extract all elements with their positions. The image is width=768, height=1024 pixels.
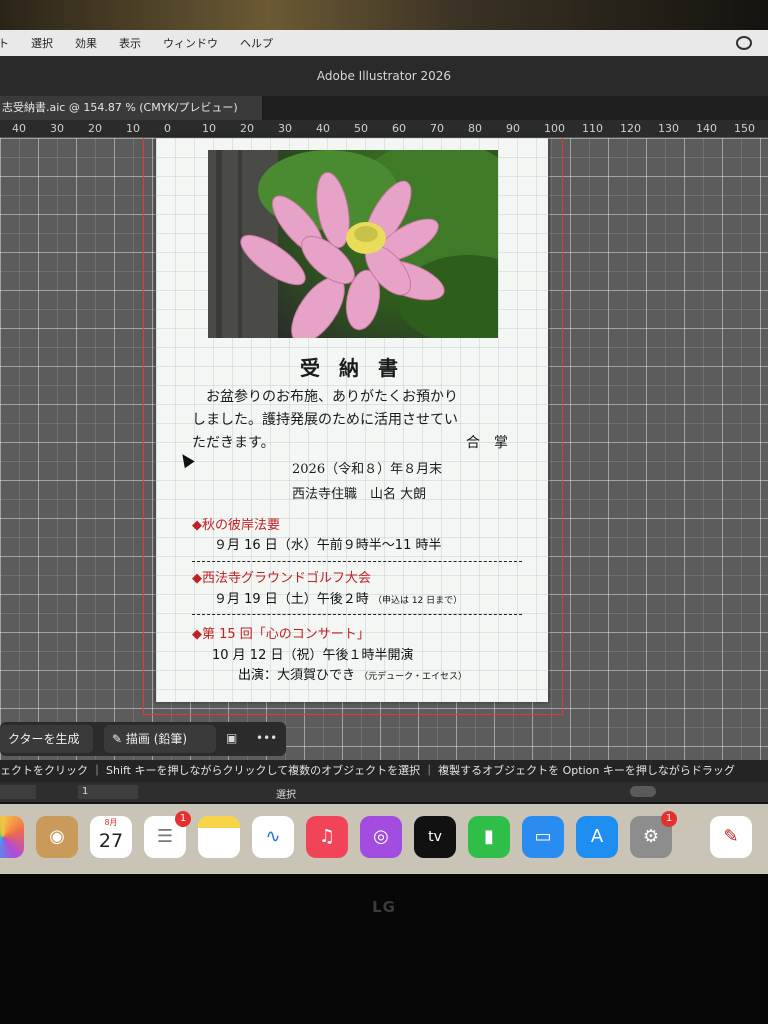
menu-item-view[interactable]: 表示	[119, 35, 141, 51]
pencil-icon: ✎	[112, 732, 126, 746]
settings-icon[interactable]: ⚙ 1	[630, 811, 677, 858]
event-performer: 出演：大須賀ひでき	[238, 668, 356, 683]
document-tab[interactable]: 志受納書.aic @ 154.87 % (CMYK/プレビュー)	[0, 96, 262, 120]
generate-vector-button[interactable]: クターを生成	[0, 725, 93, 753]
dotted-divider	[192, 561, 522, 562]
tab-bar: 志受納書.aic @ 154.87 % (CMYK/プレビュー)	[0, 96, 768, 120]
document-title: 受 納 書	[300, 356, 404, 380]
ruler-tick: 40	[316, 122, 330, 135]
music-icon[interactable]: ♫	[306, 816, 348, 858]
podcasts-icon[interactable]: ◎	[360, 816, 402, 858]
gassho-text: 合 掌	[466, 435, 508, 451]
event-note-concert: （元デューク・エイセス）	[359, 672, 467, 682]
contacts-icon[interactable]: ◉	[36, 816, 78, 858]
more-options-icon[interactable]: •••	[256, 731, 277, 745]
document-body: お盆参りのお布施、ありがたくお預かり しました。護持発展のために活用させてい た…	[192, 386, 512, 455]
event-note-golf: （申込は 12 日まで）	[372, 596, 463, 606]
draw-pencil-label: 描画 (鉛筆)	[125, 732, 188, 746]
ruler-tick: 60	[392, 122, 406, 135]
document-date: 2026（令和８）年８月末	[292, 462, 443, 477]
screen: ト 選択 効果 表示 ウィンドウ ヘルプ Adobe Illustrator 2…	[0, 0, 768, 1024]
hint-bar: ェクトをクリック ｜ Shift キーを押しながらクリックして複数のオブジェクト…	[0, 760, 768, 782]
freeform-icon[interactable]: ∿	[252, 816, 294, 858]
ruler-tick: 140	[696, 122, 717, 135]
lotus-photo[interactable]	[208, 150, 498, 338]
window-title: Adobe Illustrator 2026	[0, 56, 768, 96]
body-line-2: しました。護持発展のために活用させてい	[192, 412, 458, 428]
ruler-tick: 0	[164, 122, 171, 135]
monitor-brand-logo: LG	[372, 898, 396, 916]
monitor-bezel-top	[0, 0, 768, 30]
tv-label: tv	[428, 829, 442, 845]
settings-badge: 1	[661, 811, 677, 827]
menu-item-type[interactable]: ト	[0, 35, 9, 51]
event-line-concert: 10 月 12 日（祝）午後１時半開演	[212, 648, 414, 663]
horizontal-scrollbar[interactable]	[630, 786, 656, 797]
textedit-icon[interactable]: ✎	[710, 816, 752, 858]
calendar-icon[interactable]: 8月 27	[90, 816, 132, 858]
tv-icon[interactable]: tv	[414, 816, 456, 858]
zoom-dropdown[interactable]	[0, 785, 36, 799]
ruler-tick: 120	[620, 122, 641, 135]
ruler-tick: 10	[202, 122, 216, 135]
app-store-icon[interactable]: A	[576, 816, 618, 858]
ruler-tick: 40	[12, 122, 26, 135]
menu-item-help[interactable]: ヘルプ	[240, 35, 273, 51]
event-line-higan: ９月 16 日（水）午前９時半〜11 時半	[214, 538, 442, 553]
body-line-3: ただきます。	[192, 435, 275, 451]
ruler-tick: 110	[582, 122, 603, 135]
event-line-concert-wrap: 出演：大須賀ひでき （元デューク・エイセス）	[238, 664, 467, 683]
horizontal-ruler[interactable]: 40 30 20 10 0 10 20 30 40 50 60 70 80 90…	[0, 120, 768, 138]
monitor-bezel: LG	[0, 874, 768, 1024]
menubar: ト 選択 効果 表示 ウィンドウ ヘルプ	[0, 30, 768, 56]
reminders-badge: 1	[175, 811, 191, 827]
draw-pencil-button[interactable]: ✎ 描画 (鉛筆)	[104, 725, 216, 753]
dock: ◉ 8月 27 ☰ 1 ∿ ♫ ◎ tv ▮ ▭ A ⚙ 1 ✎	[0, 804, 768, 874]
ruler-tick: 30	[278, 122, 292, 135]
ruler-tick: 10	[126, 122, 140, 135]
event-title-concert: ◆第 15 回「心のコンサート」	[192, 627, 370, 642]
menu-item-window[interactable]: ウィンドウ	[163, 35, 218, 51]
keynote-icon[interactable]: ▭	[522, 816, 564, 858]
priest-signature: 西法寺住職 山名 大朗	[292, 487, 427, 502]
status-mode: 選択	[276, 790, 296, 801]
body-line-1: お盆参りのお布施、ありがたくお預かり	[206, 389, 458, 405]
creative-cloud-icon[interactable]	[736, 36, 752, 50]
event-line-golf: ９月 19 日（土）午後２時	[214, 592, 369, 607]
menu-item-effect[interactable]: 効果	[75, 35, 97, 51]
body-line-3-wrap: ただきます。 合 掌	[192, 432, 512, 455]
photos-icon[interactable]	[0, 816, 24, 858]
ruler-tick: 90	[506, 122, 520, 135]
image-trace-icon[interactable]: ▣	[226, 731, 237, 745]
reminders-icon[interactable]: ☰ 1	[144, 811, 191, 858]
dotted-divider	[192, 614, 522, 615]
ruler-tick: 20	[240, 122, 254, 135]
event-title-golf: ◆西法寺グラウンドゴルフ大会	[192, 571, 371, 586]
event-line-golf-wrap: ９月 19 日（土）午後２時 （申込は 12 日まで）	[214, 588, 462, 607]
contextual-task-bar: クターを生成 ✎ 描画 (鉛筆) ▣ •••	[0, 722, 286, 756]
artboard-document[interactable]: 受 納 書 お盆参りのお布施、ありがたくお預かり しました。護持発展のために活用…	[156, 138, 548, 702]
notes-icon[interactable]	[198, 816, 240, 858]
calendar-day: 27	[98, 830, 124, 852]
artboard-navigator[interactable]: 1	[78, 785, 138, 799]
ruler-tick: 150	[734, 122, 755, 135]
ruler-tick: 80	[468, 122, 482, 135]
ruler-tick: 20	[88, 122, 102, 135]
calendar-month: 8月	[104, 818, 118, 827]
ruler-tick: 30	[50, 122, 64, 135]
ruler-tick: 70	[430, 122, 444, 135]
ruler-tick: 100	[544, 122, 565, 135]
menu-item-select[interactable]: 選択	[31, 35, 53, 51]
status-bar: 1 選択	[0, 782, 768, 802]
ruler-tick: 50	[354, 122, 368, 135]
ruler-tick: 130	[658, 122, 679, 135]
lotus-flower-image	[208, 150, 498, 338]
numbers-icon[interactable]: ▮	[468, 816, 510, 858]
event-title-higan: ◆秋の彼岸法要	[192, 518, 280, 533]
